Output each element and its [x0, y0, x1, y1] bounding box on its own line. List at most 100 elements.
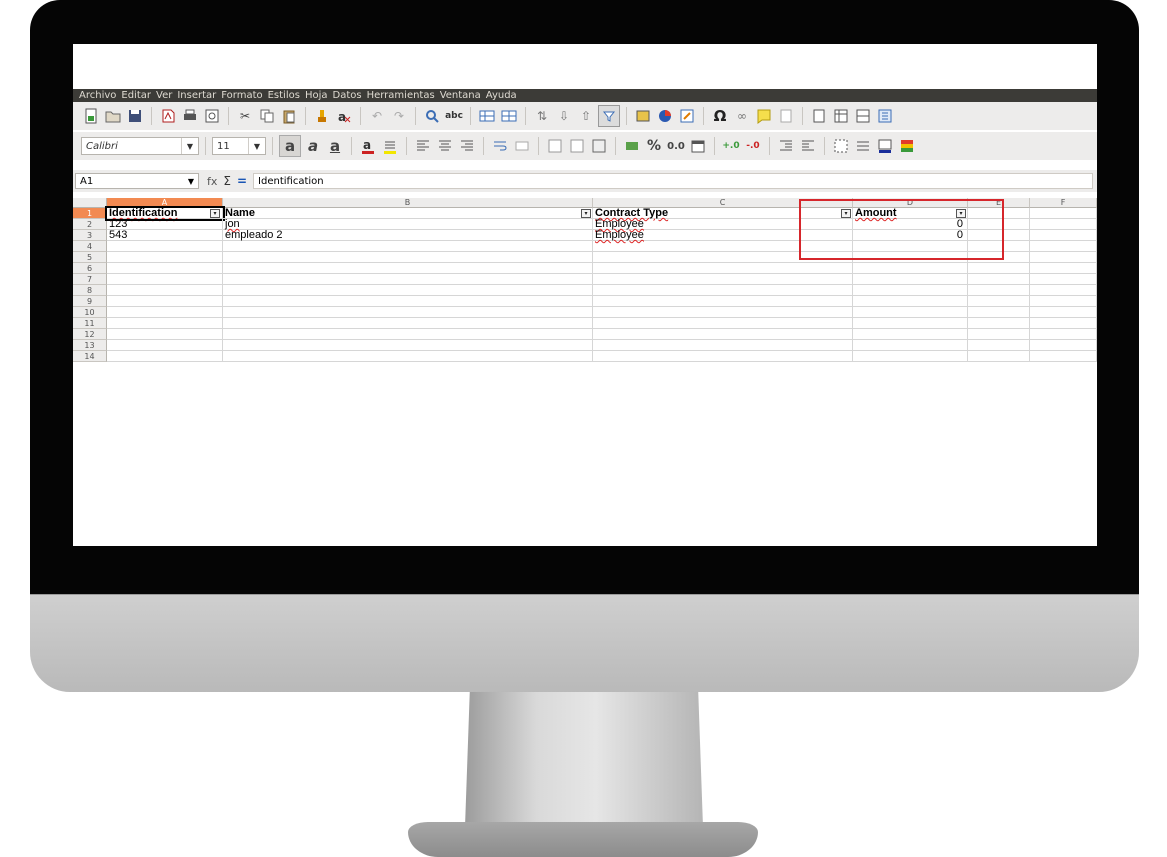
paste-icon[interactable] — [279, 106, 299, 126]
cell-a5[interactable] — [107, 252, 223, 263]
redo-icon[interactable]: ↷ — [389, 106, 409, 126]
row-header-14[interactable]: 14 — [73, 351, 107, 362]
cell-c10[interactable] — [593, 307, 853, 318]
borders-icon[interactable] — [831, 136, 851, 156]
cell-e10[interactable] — [968, 307, 1030, 318]
border-style-icon[interactable] — [853, 136, 873, 156]
italic-icon[interactable]: a — [303, 136, 323, 156]
row-header-3[interactable]: 3 — [73, 230, 107, 241]
cell-d14[interactable] — [853, 351, 968, 362]
cut-icon[interactable]: ✂ — [235, 106, 255, 126]
autofilter-icon[interactable] — [598, 105, 620, 127]
sort-icon[interactable]: ⇅ — [532, 106, 552, 126]
menu-ver[interactable]: Ver — [156, 90, 172, 101]
cell-f8[interactable] — [1030, 285, 1097, 296]
cell-a3[interactable]: 543 — [107, 230, 223, 241]
menu-datos[interactable]: Datos — [333, 90, 362, 101]
chevron-down-icon[interactable]: ▼ — [248, 138, 265, 154]
cell-b10[interactable] — [223, 307, 593, 318]
cell-a9[interactable] — [107, 296, 223, 307]
cell-b4[interactable] — [223, 241, 593, 252]
conditional-formatting-icon[interactable] — [897, 136, 917, 156]
chevron-down-icon[interactable]: ▼ — [184, 177, 198, 186]
cell-f4[interactable] — [1030, 241, 1097, 252]
open-folder-icon[interactable] — [103, 106, 123, 126]
cell-e7[interactable] — [968, 274, 1030, 285]
column-header-f[interactable]: F — [1030, 198, 1097, 208]
cell-b14[interactable] — [223, 351, 593, 362]
underline-icon[interactable]: a — [325, 136, 345, 156]
cell-c6[interactable] — [593, 263, 853, 274]
cell-f6[interactable] — [1030, 263, 1097, 274]
cell-e6[interactable] — [968, 263, 1030, 274]
cell-f11[interactable] — [1030, 318, 1097, 329]
font-size-combo[interactable]: 11 ▼ — [212, 137, 266, 155]
hyperlink-icon[interactable]: ∞ — [732, 106, 752, 126]
cell-f14[interactable] — [1030, 351, 1097, 362]
row-header-11[interactable]: 11 — [73, 318, 107, 329]
font-color-icon[interactable]: a — [358, 136, 378, 156]
show-draw-functions-icon[interactable] — [875, 106, 895, 126]
export-pdf-icon[interactable] — [158, 106, 178, 126]
row-header-2[interactable]: 2 — [73, 219, 107, 230]
cell-c12[interactable] — [593, 329, 853, 340]
row-header-4[interactable]: 4 — [73, 241, 107, 252]
font-name-combo[interactable]: Calibri ▼ — [81, 137, 199, 155]
menu-formato[interactable]: Formato — [221, 90, 262, 101]
new-document-icon[interactable] — [81, 106, 101, 126]
cell-a11[interactable] — [107, 318, 223, 329]
cell-f1[interactable] — [1030, 208, 1097, 219]
align-top-icon[interactable] — [545, 136, 565, 156]
undo-icon[interactable]: ↶ — [367, 106, 387, 126]
align-middle-icon[interactable] — [567, 136, 587, 156]
row-header-5[interactable]: 5 — [73, 252, 107, 263]
copy-icon[interactable] — [257, 106, 277, 126]
cell-d6[interactable] — [853, 263, 968, 274]
cell-d10[interactable] — [853, 307, 968, 318]
cell-b9[interactable] — [223, 296, 593, 307]
menu-archivo[interactable]: Archivo — [79, 90, 116, 101]
insert-column-icon[interactable] — [499, 106, 519, 126]
menu-hoja[interactable]: Hoja — [305, 90, 328, 101]
select-all-corner[interactable] — [73, 198, 107, 208]
autofilter-dropdown-b[interactable]: ▾ — [581, 209, 591, 218]
column-header-b[interactable]: B — [223, 198, 593, 208]
menu-herramientas[interactable]: Herramientas — [367, 90, 435, 101]
cell-d7[interactable] — [853, 274, 968, 285]
insert-row-icon[interactable] — [477, 106, 497, 126]
special-character-icon[interactable]: Ω — [710, 106, 730, 126]
save-icon[interactable] — [125, 106, 145, 126]
cell-a14[interactable] — [107, 351, 223, 362]
add-decimal-icon[interactable]: +.0 — [721, 136, 741, 156]
cell-c14[interactable] — [593, 351, 853, 362]
delete-decimal-icon[interactable]: -.0 — [743, 136, 763, 156]
print-icon[interactable] — [180, 106, 200, 126]
clear-formatting-icon[interactable]: a — [334, 106, 354, 126]
insert-image-icon[interactable] — [633, 106, 653, 126]
define-print-area-icon[interactable] — [809, 106, 829, 126]
insert-chart-icon[interactable] — [655, 106, 675, 126]
cell-b12[interactable] — [223, 329, 593, 340]
cell-e8[interactable] — [968, 285, 1030, 296]
cell-c8[interactable] — [593, 285, 853, 296]
cell-a4[interactable] — [107, 241, 223, 252]
cell-f10[interactable] — [1030, 307, 1097, 318]
pivot-table-icon[interactable] — [677, 106, 697, 126]
cell-b3[interactable]: empleado 2 — [223, 230, 593, 241]
cell-d9[interactable] — [853, 296, 968, 307]
cell-f13[interactable] — [1030, 340, 1097, 351]
menu-insertar[interactable]: Insertar — [177, 90, 216, 101]
cell-c9[interactable] — [593, 296, 853, 307]
cell-f9[interactable] — [1030, 296, 1097, 307]
split-window-icon[interactable] — [853, 106, 873, 126]
cell-e14[interactable] — [968, 351, 1030, 362]
cell-e11[interactable] — [968, 318, 1030, 329]
cell-d11[interactable] — [853, 318, 968, 329]
cell-b1[interactable]: Name — [223, 208, 593, 219]
freeze-rows-columns-icon[interactable] — [831, 106, 851, 126]
sum-icon[interactable]: Σ — [223, 174, 231, 188]
cell-e9[interactable] — [968, 296, 1030, 307]
cell-b8[interactable] — [223, 285, 593, 296]
cell-f7[interactable] — [1030, 274, 1097, 285]
row-header-8[interactable]: 8 — [73, 285, 107, 296]
